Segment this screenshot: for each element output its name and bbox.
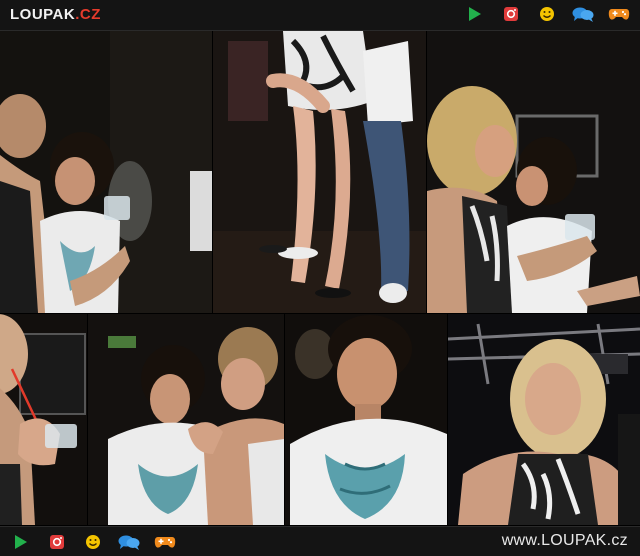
photo-man-closeup xyxy=(285,314,447,525)
play-icon[interactable] xyxy=(464,4,486,24)
photo-legs-center xyxy=(213,31,426,313)
site-logo[interactable]: LOUPAK.CZ xyxy=(10,6,101,23)
photo-drink-left xyxy=(0,314,87,525)
smiley-icon[interactable] xyxy=(536,4,558,24)
gamepad-icon[interactable] xyxy=(608,4,630,24)
smiley-icon[interactable] xyxy=(82,532,104,552)
photo-kiss-left xyxy=(0,31,212,313)
top-bar: LOUPAK.CZ xyxy=(0,0,640,31)
site-url[interactable]: www.LOUPAK.cz xyxy=(502,532,628,550)
logo-main: LOUPAK xyxy=(10,6,76,23)
photo-woman-right xyxy=(448,314,640,525)
top-nav-icons xyxy=(464,4,630,24)
photo-kiss-right xyxy=(427,31,640,313)
bottom-nav-icons xyxy=(10,532,176,552)
gamepad-icon[interactable] xyxy=(154,532,176,552)
play-icon[interactable] xyxy=(10,532,32,552)
instagram-icon[interactable] xyxy=(500,4,522,24)
instagram-icon[interactable] xyxy=(46,532,68,552)
photo-boys-middle xyxy=(88,314,284,525)
logo-tld: CZ xyxy=(79,6,101,23)
chat-icon[interactable] xyxy=(118,532,140,552)
bottom-bar: www.LOUPAK.cz xyxy=(0,526,640,556)
chat-icon[interactable] xyxy=(572,4,594,24)
